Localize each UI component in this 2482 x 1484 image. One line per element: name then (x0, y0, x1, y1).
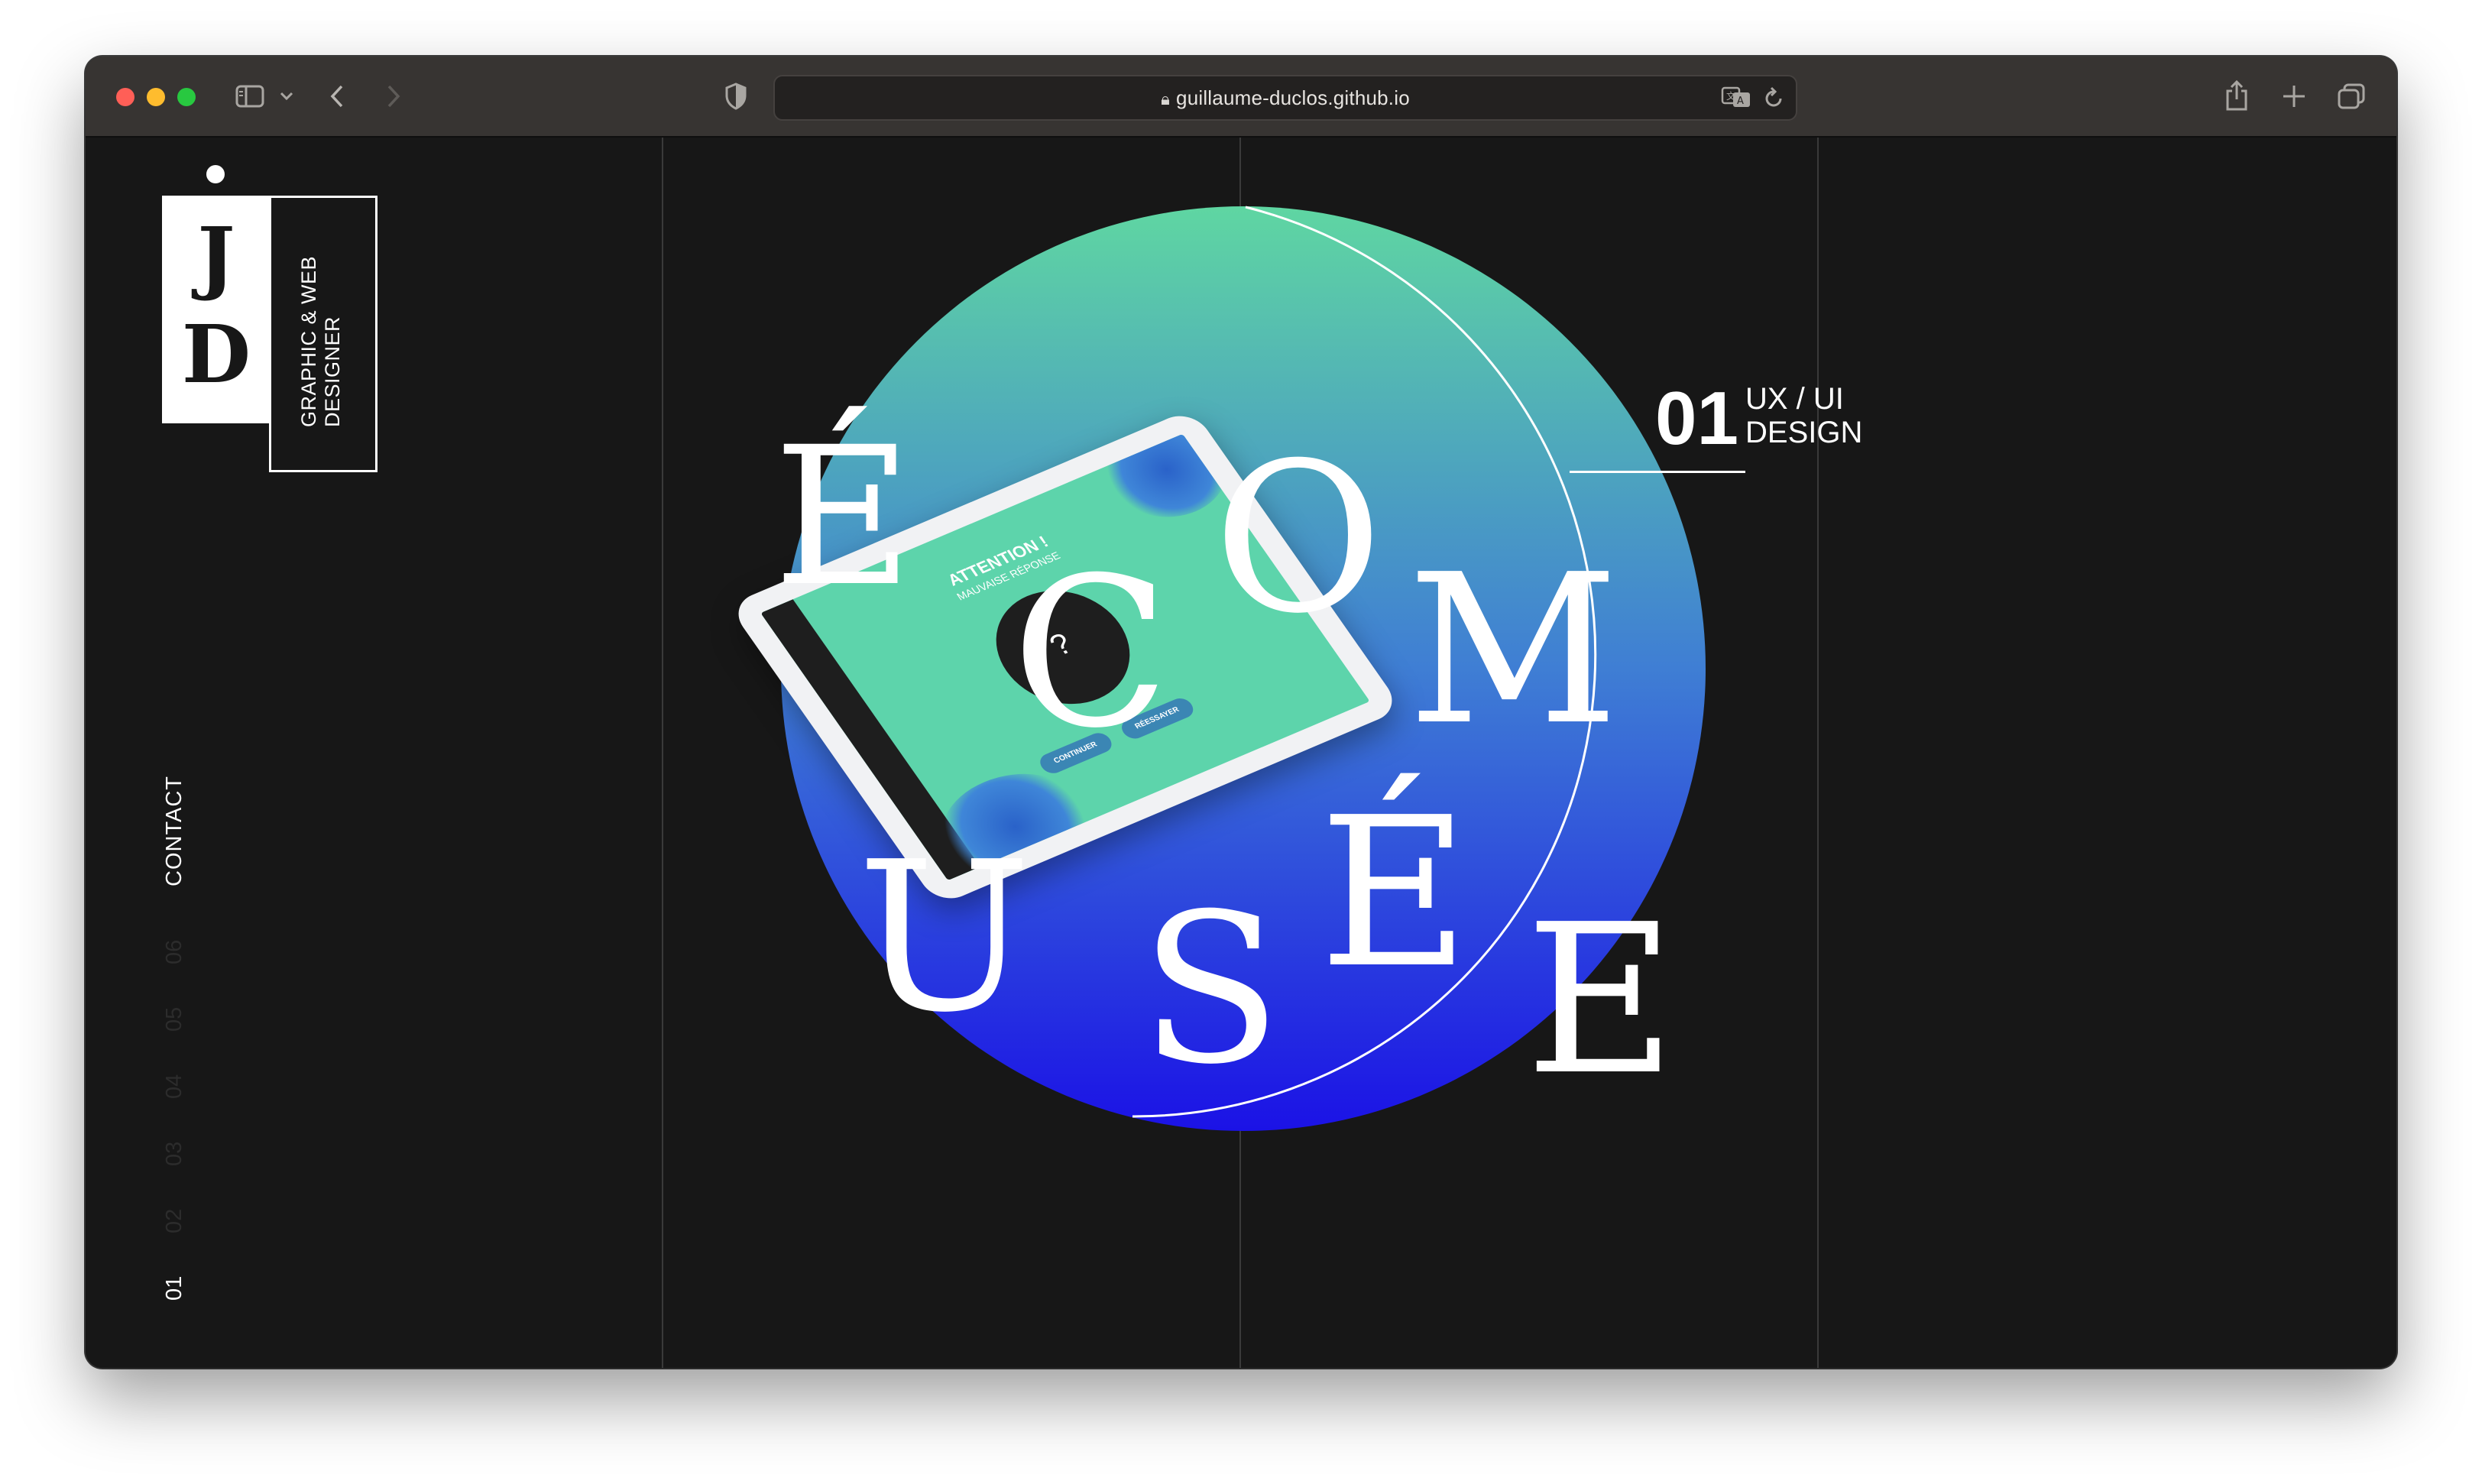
page-content: GRAPHIC & WEB DESIGNER J D CONTACT 06 05… (86, 138, 2396, 1368)
title-letter: S (1140, 869, 1282, 1110)
reload-icon[interactable] (1762, 86, 1785, 110)
project-category: UX / UI DESIGN (1745, 382, 1863, 449)
minimize-window-button[interactable] (147, 88, 165, 106)
address-bar[interactable]: 🔒︎ guillaume-duclos.github.io 文 A (773, 75, 1797, 121)
title-letter: C (1012, 533, 1170, 773)
title-letter: E (1525, 880, 1677, 1120)
close-window-button[interactable] (116, 88, 134, 106)
svg-text:文: 文 (1726, 90, 1735, 102)
url-text[interactable]: 🔒︎ guillaume-duclos.github.io (775, 86, 1796, 110)
share-icon[interactable] (2224, 79, 2250, 112)
sidebar-toggle-icon[interactable] (235, 84, 264, 109)
zoom-window-button[interactable] (177, 88, 196, 106)
svg-text:A: A (1737, 96, 1744, 107)
title-letter: É (773, 406, 913, 628)
lock-icon: 🔒︎ (1161, 89, 1171, 109)
title-letter: U (857, 817, 1032, 1058)
title-letter: O (1213, 418, 1383, 659)
project-number-underline (1570, 471, 1745, 473)
tab-overview-icon[interactable] (2337, 83, 2366, 110)
privacy-shield-icon[interactable] (724, 83, 747, 110)
title-letter: M (1408, 530, 1619, 770)
browser-window: 🔒︎ guillaume-duclos.github.io 文 A GRAPHI… (86, 57, 2396, 1368)
browser-toolbar: 🔒︎ guillaume-duclos.github.io 文 A (86, 57, 2396, 138)
project-hero[interactable]: ATTENTION ! MAUVAISE RÉPONSE ? CONTINUER… (86, 138, 2396, 1368)
project-number: 01 (1655, 376, 1739, 460)
forward-icon[interactable] (385, 84, 402, 109)
chevron-down-icon[interactable] (280, 92, 293, 101)
title-letter: É (1319, 773, 1470, 1013)
back-icon[interactable] (329, 84, 345, 109)
translate-icon[interactable]: 文 A (1721, 86, 1751, 109)
new-tab-icon[interactable] (2282, 84, 2306, 109)
